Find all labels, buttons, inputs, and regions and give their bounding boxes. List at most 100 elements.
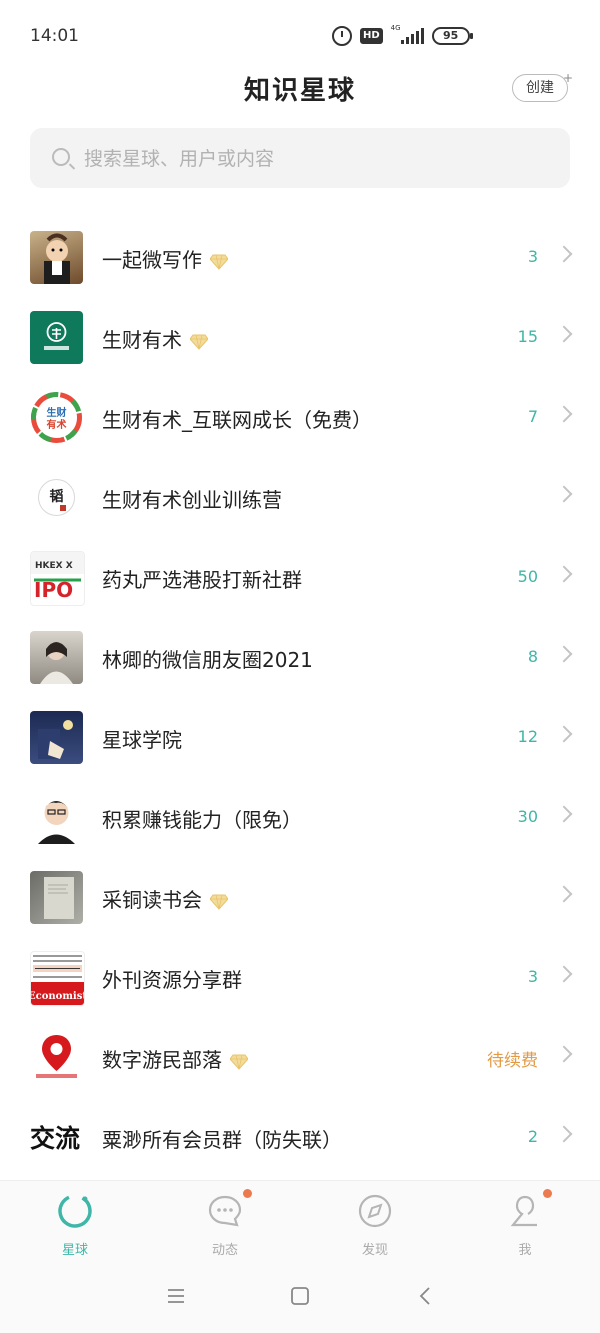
tab-label: 我 xyxy=(518,1243,532,1258)
status-time: 14:01 xyxy=(30,26,79,46)
svg-text:交流: 交流 xyxy=(30,1124,80,1153)
group-name: 一起微写作 xyxy=(102,244,228,273)
plus-icon: + xyxy=(562,71,573,85)
back-icon[interactable] xyxy=(416,1286,436,1306)
night-illustration-icon xyxy=(30,711,83,764)
hd-icon: HD xyxy=(360,28,383,44)
tab-planet[interactable]: 星球 xyxy=(25,1181,125,1263)
chevron-right-icon xyxy=(555,405,573,423)
search-icon xyxy=(52,148,70,166)
update-count: 7 xyxy=(527,407,538,426)
jiaoliu-logo-icon: 交流 xyxy=(30,1111,83,1164)
group-name: 外刊资源分享群 xyxy=(102,968,242,992)
update-count: 3 xyxy=(527,967,538,986)
group-name: 生财有术 xyxy=(102,324,208,353)
update-count: 2 xyxy=(527,1127,538,1146)
chevron-right-icon xyxy=(555,805,573,823)
chevron-right-icon xyxy=(555,1125,573,1143)
diamond-icon xyxy=(210,254,228,270)
newspaper-logo-icon: Economist xyxy=(30,951,85,1006)
group-row[interactable]: Economist 外刊资源分享群 3 xyxy=(0,938,600,1018)
person-photo-icon xyxy=(30,631,83,684)
update-count: 12 xyxy=(517,727,538,746)
cartoon-avatar-icon xyxy=(30,231,83,284)
chevron-right-icon xyxy=(555,245,573,263)
chevron-right-icon xyxy=(555,965,573,983)
create-button[interactable]: 创建 + xyxy=(512,71,573,102)
group-name: 林卿的微信朋友圈2021 xyxy=(102,648,313,672)
colorful-circle-logo-icon: 生财 有术 xyxy=(30,391,83,444)
home-icon[interactable] xyxy=(290,1286,310,1306)
group-row[interactable]: 林卿的微信朋友圈2021 8 xyxy=(0,618,600,698)
create-button-label: 创建 xyxy=(526,80,554,96)
tab-discover[interactable]: 发现 xyxy=(325,1181,425,1263)
update-count: 30 xyxy=(517,807,538,826)
network-type: 4G xyxy=(390,24,401,32)
chevron-right-icon xyxy=(555,325,573,343)
group-row[interactable]: 星球学院 12 xyxy=(0,698,600,778)
update-count: 8 xyxy=(527,647,538,666)
group-name: 药丸严选港股打新社群 xyxy=(102,568,302,592)
tab-label: 动态 xyxy=(211,1243,238,1258)
diamond-icon xyxy=(190,334,208,350)
svg-text:有术: 有术 xyxy=(47,418,67,431)
svg-text:HKEX X: HKEX X xyxy=(35,561,73,571)
chevron-right-icon xyxy=(555,485,573,503)
update-count: 50 xyxy=(517,567,538,586)
update-count: 3 xyxy=(527,247,538,266)
group-row[interactable]: 采铜读书会 xyxy=(0,858,600,938)
svg-text:生财: 生财 xyxy=(47,406,67,419)
group-row[interactable]: 生财有术 15 xyxy=(0,298,600,378)
signal-icon: 4G xyxy=(391,24,424,44)
chevron-right-icon xyxy=(555,565,573,583)
chevron-right-icon xyxy=(555,1045,573,1063)
person-icon xyxy=(510,1195,537,1227)
page-title: 知识星球 xyxy=(243,76,356,106)
svg-text:Economist: Economist xyxy=(31,991,84,1002)
notification-dot xyxy=(243,1189,252,1198)
update-count: 15 xyxy=(517,327,538,346)
bottom-tab-bar: 星球 动态 发现 我 xyxy=(0,1180,600,1263)
group-name: 生财有术_互联网成长（免费） xyxy=(102,408,372,432)
menu-icon[interactable] xyxy=(166,1286,186,1306)
system-navigation-bar xyxy=(0,1262,600,1333)
group-name: 星球学院 xyxy=(102,728,182,752)
group-row[interactable]: 交流 粟渺所有会员群（防失联） 2 xyxy=(0,1098,600,1178)
diamond-icon xyxy=(230,1054,248,1070)
compass-icon xyxy=(358,1194,392,1228)
chevron-right-icon xyxy=(555,725,573,743)
hkex-ipo-logo-icon: HKEX X IPO xyxy=(30,551,85,606)
group-row[interactable]: 韬 生财有术创业训练营 xyxy=(0,458,600,538)
book-photo-icon xyxy=(30,871,83,924)
search-bar[interactable] xyxy=(30,128,570,190)
man-avatar-icon xyxy=(30,791,83,844)
notification-dot xyxy=(543,1189,552,1198)
tab-me[interactable]: 我 xyxy=(475,1181,575,1263)
chevron-right-icon xyxy=(555,885,573,903)
group-row[interactable]: HKEX X IPO 药丸严选港股打新社群 50 xyxy=(0,538,600,618)
status-bar: 14:01 HD 4G 95 xyxy=(0,0,600,70)
group-row[interactable]: 数字游民部落 待续费 xyxy=(0,1018,600,1098)
group-name: 数字游民部落 xyxy=(102,1044,248,1073)
tab-label: 星球 xyxy=(61,1243,88,1258)
calligraphy-logo-icon: 韬 xyxy=(30,471,83,524)
battery-icon: 95 xyxy=(431,27,473,45)
diamond-icon xyxy=(210,894,228,910)
group-name: 积累赚钱能力（限免） xyxy=(102,808,302,832)
group-name: 生财有术创业训练营 xyxy=(102,488,282,512)
group-row[interactable]: 生财 有术 生财有术_互联网成长（免费） 7 xyxy=(0,378,600,458)
group-name: 采铜读书会 xyxy=(102,884,228,913)
alarm-icon xyxy=(332,26,352,46)
svg-text:IPO: IPO xyxy=(34,578,73,602)
group-row[interactable]: 一起微写作 3 xyxy=(0,218,600,298)
group-name: 粟渺所有会员群（防失联） xyxy=(102,1128,342,1152)
group-list: 一起微写作 3 生财有术 15 生财 有术 生财有术_互联网成长（免费） 7 韬 … xyxy=(0,218,600,1178)
planet-icon xyxy=(58,1194,92,1228)
green-coin-logo-icon xyxy=(30,311,83,364)
tab-feed[interactable]: 动态 xyxy=(175,1181,275,1263)
chat-bubble-icon xyxy=(208,1195,242,1227)
search-input[interactable] xyxy=(82,128,556,190)
group-row[interactable]: 积累赚钱能力（限免） 30 xyxy=(0,778,600,858)
chevron-right-icon xyxy=(555,645,573,663)
tab-label: 发现 xyxy=(361,1243,388,1258)
